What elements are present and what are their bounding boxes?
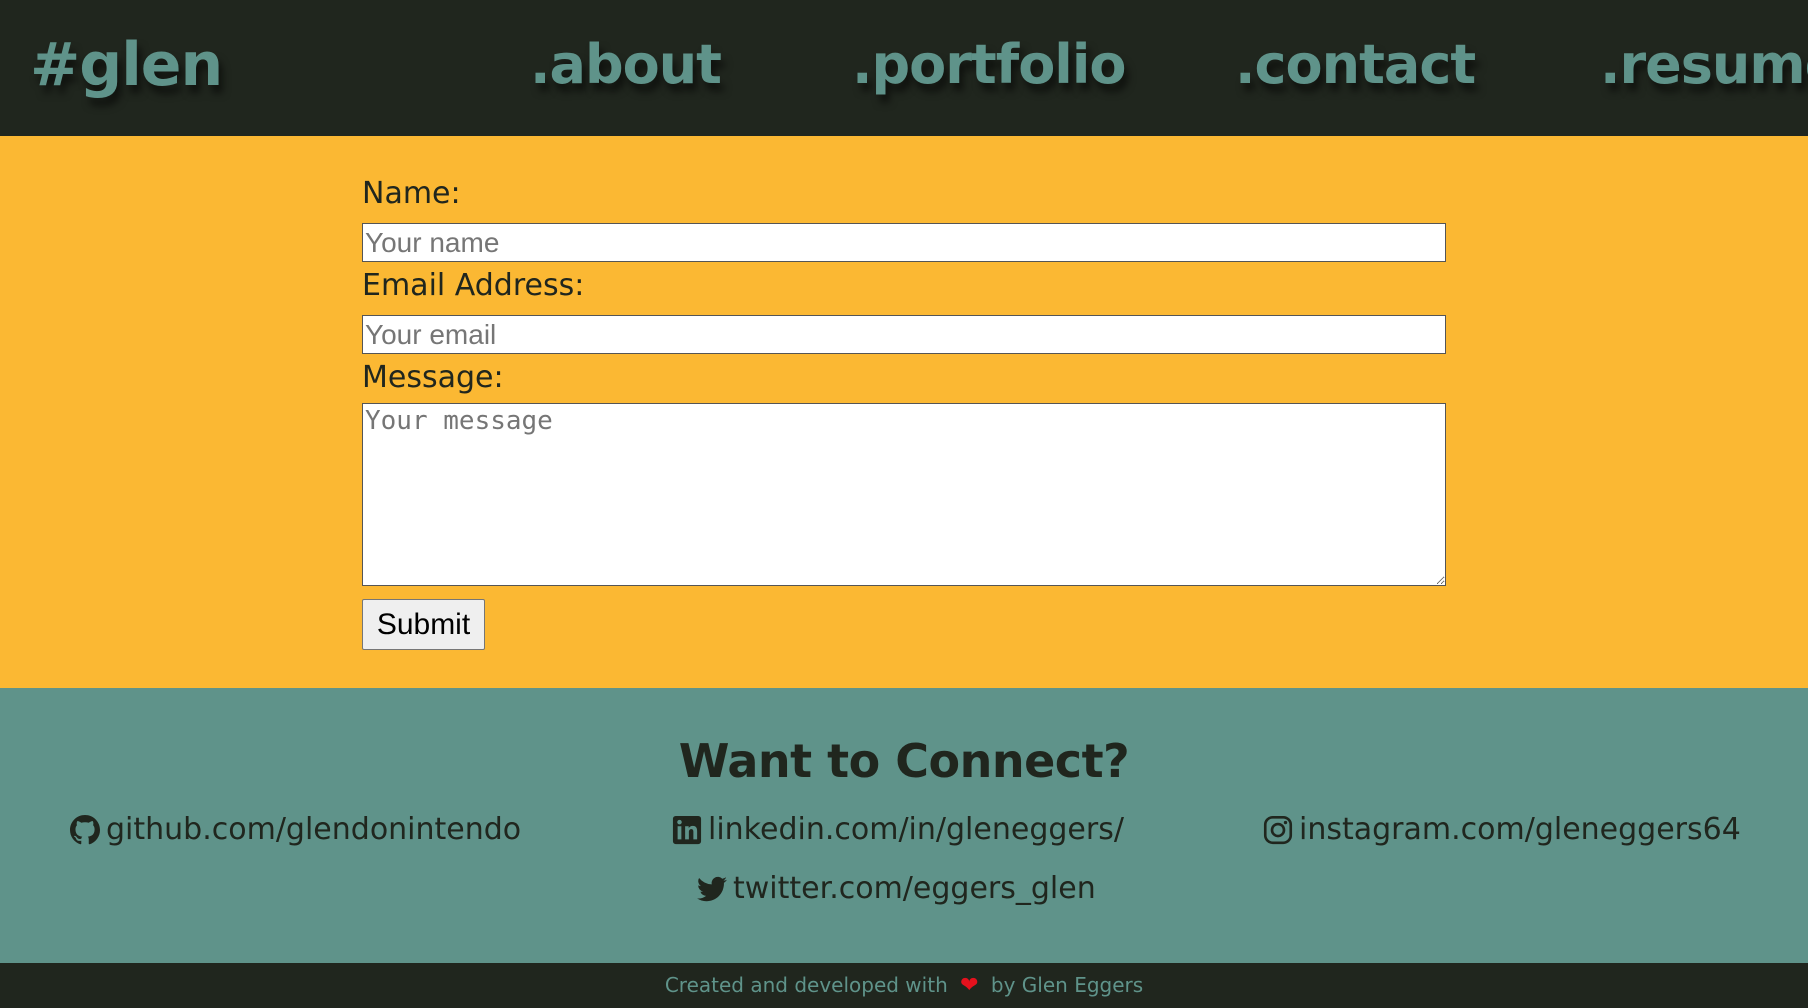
nav-link-contact[interactable]: .contact [1235, 30, 1476, 100]
instagram-link[interactable]: instagram.com/gleneggers64 [1263, 810, 1741, 850]
site-header: #glen .about .portfolio .contact .resume [0, 0, 1808, 136]
site-footer: Created and developed with ❤ by Glen Egg… [0, 963, 1808, 1007]
name-input[interactable] [362, 223, 1446, 262]
nav-link-portfolio[interactable]: .portfolio [852, 30, 1126, 100]
email-label: Email Address: [362, 268, 585, 303]
connect-heading: Want to Connect? [678, 734, 1130, 788]
message-textarea[interactable] [362, 403, 1446, 586]
connect-section: Want to Connect? github.com/glendoninten… [0, 688, 1808, 963]
twitter-link-label: twitter.com/eggers_glen [733, 871, 1096, 906]
site-logo[interactable]: #glen [30, 30, 223, 100]
instagram-icon [1263, 815, 1293, 845]
instagram-link-label: instagram.com/gleneggers64 [1299, 812, 1741, 847]
submit-button[interactable]: Submit [362, 599, 485, 650]
nav-link-resume[interactable]: .resume [1600, 30, 1808, 100]
github-icon [70, 815, 100, 845]
linkedin-icon [672, 815, 702, 845]
email-input[interactable] [362, 315, 1446, 354]
heart-icon: ❤ [960, 973, 979, 998]
twitter-icon [697, 874, 727, 904]
message-label: Message: [362, 360, 504, 395]
github-link[interactable]: github.com/glendonintendo [70, 810, 521, 850]
twitter-link[interactable]: twitter.com/eggers_glen [697, 869, 1096, 909]
github-link-label: github.com/glendonintendo [106, 812, 522, 847]
footer-suffix: by Glen Eggers [990, 973, 1144, 997]
footer-prefix: Created and developed with [664, 973, 948, 997]
name-label: Name: [362, 176, 461, 211]
contact-form-section: Name: Email Address: Message: Submit [0, 136, 1808, 688]
linkedin-link[interactable]: linkedin.com/in/gleneggers/ [672, 810, 1124, 850]
nav-link-about[interactable]: .about [530, 30, 722, 100]
linkedin-link-label: linkedin.com/in/gleneggers/ [708, 812, 1124, 847]
